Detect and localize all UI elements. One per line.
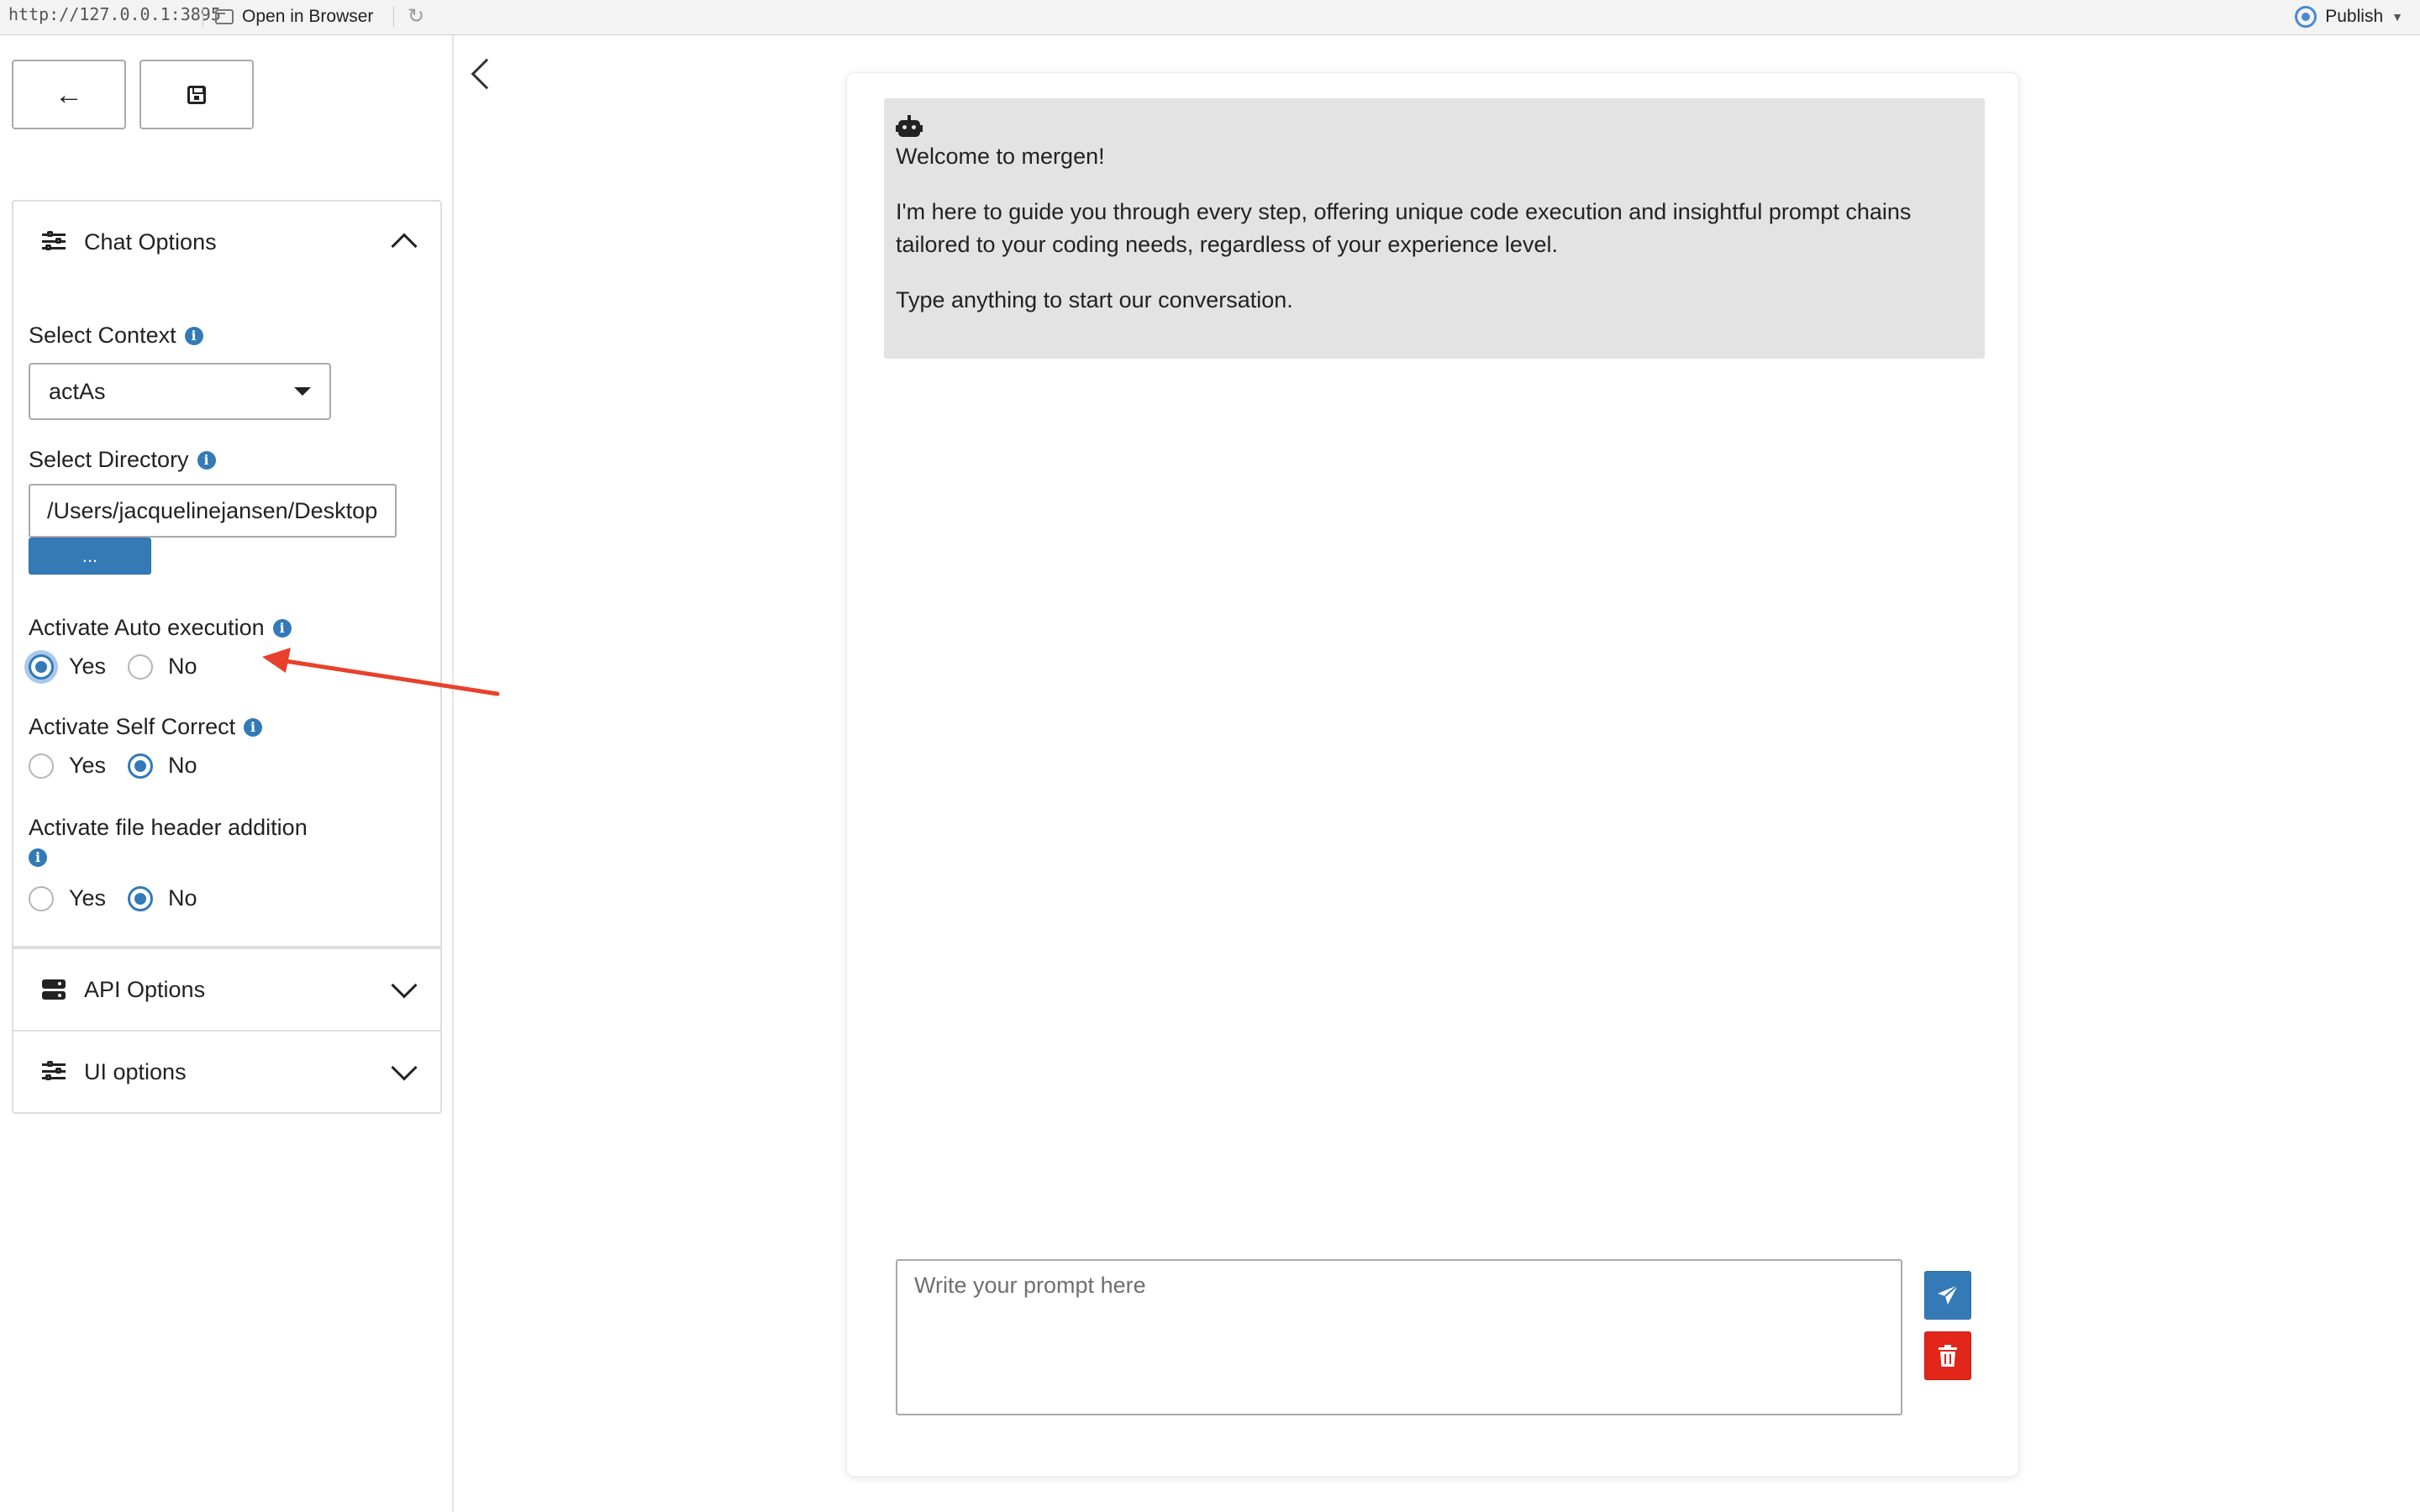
self-correct-no[interactable]: No bbox=[128, 753, 197, 779]
self-correct-radio-group: Yes No bbox=[29, 753, 219, 779]
refresh-button[interactable]: ↻ bbox=[403, 3, 429, 29]
refresh-icon: ↻ bbox=[407, 4, 425, 28]
context-select[interactable]: actAs bbox=[29, 363, 331, 420]
floppy-disk-icon bbox=[187, 85, 206, 104]
radio-button[interactable] bbox=[128, 753, 154, 779]
chevron-down-icon: ▼ bbox=[2391, 10, 2403, 24]
url-display: http://127.0.0.1:3895 bbox=[8, 4, 221, 24]
info-icon[interactable]: i bbox=[197, 450, 216, 470]
file-header-radio-group: Yes No bbox=[29, 885, 219, 911]
ui-options-panel: UI options bbox=[13, 1032, 440, 1112]
radio-button[interactable] bbox=[128, 654, 154, 680]
auto-execution-label: Activate Auto execution i bbox=[29, 615, 292, 641]
info-icon[interactable]: i bbox=[29, 848, 47, 867]
browser-window-icon bbox=[215, 9, 234, 24]
collapse-sidebar-button[interactable] bbox=[460, 54, 502, 94]
viewer-toolbar: http://127.0.0.1:3895 Open in Browser ↻ … bbox=[0, 0, 2420, 35]
chevron-left-icon bbox=[471, 58, 502, 90]
ui-options-header[interactable]: UI options bbox=[13, 1032, 440, 1112]
sliders-icon bbox=[42, 1060, 66, 1084]
robot-icon bbox=[896, 115, 923, 139]
self-correct-yes[interactable]: Yes bbox=[29, 753, 106, 779]
info-icon[interactable]: i bbox=[272, 618, 292, 638]
directory-input[interactable] bbox=[29, 484, 397, 538]
radio-button[interactable] bbox=[29, 885, 54, 911]
context-select-value: actAs bbox=[49, 378, 106, 404]
clear-chat-button[interactable] bbox=[1924, 1331, 1971, 1380]
chevron-up-icon bbox=[391, 233, 418, 260]
welcome-body: I'm here to guide you through every step… bbox=[896, 199, 1912, 257]
file-header-label: Activate file header addition bbox=[29, 815, 308, 840]
welcome-title: Welcome to mergen! bbox=[896, 144, 1105, 169]
api-options-title: API Options bbox=[84, 976, 206, 1002]
radio-button[interactable] bbox=[29, 654, 54, 680]
select-context-label: Select Context i bbox=[29, 323, 203, 349]
caret-down-icon bbox=[294, 387, 311, 396]
chat-options-header[interactable]: Chat Options bbox=[13, 202, 440, 282]
trash-icon bbox=[1939, 1345, 1957, 1367]
publish-button[interactable]: Publish ▼ bbox=[2295, 3, 2403, 31]
publish-icon bbox=[2295, 6, 2317, 28]
file-header-yes[interactable]: Yes bbox=[29, 885, 106, 911]
assistant-message: Welcome to mergen! I'm here to guide you… bbox=[884, 98, 1985, 359]
chat-options-title: Chat Options bbox=[84, 228, 217, 255]
sliders-icon bbox=[42, 230, 66, 254]
open-in-browser-button[interactable]: Open in Browser bbox=[215, 3, 373, 31]
server-icon bbox=[42, 978, 66, 1001]
select-directory-label: Select Directory i bbox=[29, 447, 216, 473]
info-icon[interactable]: i bbox=[184, 326, 203, 345]
chevron-down-icon bbox=[391, 972, 418, 999]
save-button[interactable] bbox=[139, 60, 254, 129]
info-icon[interactable]: i bbox=[244, 717, 263, 737]
welcome-cta: Type anything to start our conversation. bbox=[896, 287, 1293, 312]
open-in-browser-label: Open in Browser bbox=[242, 7, 374, 26]
send-button[interactable] bbox=[1924, 1271, 1971, 1320]
paper-plane-icon bbox=[1938, 1284, 1959, 1305]
radio-button[interactable] bbox=[128, 885, 154, 911]
prompt-input[interactable] bbox=[896, 1259, 1902, 1415]
toolbar-divider bbox=[393, 7, 394, 27]
arrow-left-icon: ← bbox=[55, 78, 83, 111]
auto-execution-radio-group: Yes No bbox=[29, 654, 219, 680]
browse-directory-button[interactable]: ... bbox=[29, 538, 151, 575]
auto-execution-yes[interactable]: Yes bbox=[29, 654, 106, 680]
publish-label: Publish bbox=[2325, 7, 2384, 26]
auto-execution-no[interactable]: No bbox=[128, 654, 197, 680]
chevron-down-icon bbox=[391, 1054, 418, 1081]
chat-options-panel: Chat Options Select Context i actAs Sele… bbox=[13, 202, 440, 949]
chat-panel: Welcome to mergen! I'm here to guide you… bbox=[846, 72, 2019, 1477]
file-header-no[interactable]: No bbox=[128, 885, 197, 911]
self-correct-label: Activate Self Correct i bbox=[29, 714, 263, 740]
radio-button[interactable] bbox=[29, 753, 54, 779]
sidebar: ← Chat Options Select Context i actAs Se… bbox=[0, 35, 454, 1512]
options-accordion: Chat Options Select Context i actAs Sele… bbox=[12, 200, 442, 1114]
ui-options-title: UI options bbox=[84, 1058, 187, 1084]
back-button[interactable]: ← bbox=[12, 60, 126, 129]
api-options-header[interactable]: API Options bbox=[13, 949, 440, 1030]
api-options-panel: API Options bbox=[13, 949, 440, 1032]
chat-options-body: Select Context i actAs Select Directory … bbox=[13, 282, 440, 948]
